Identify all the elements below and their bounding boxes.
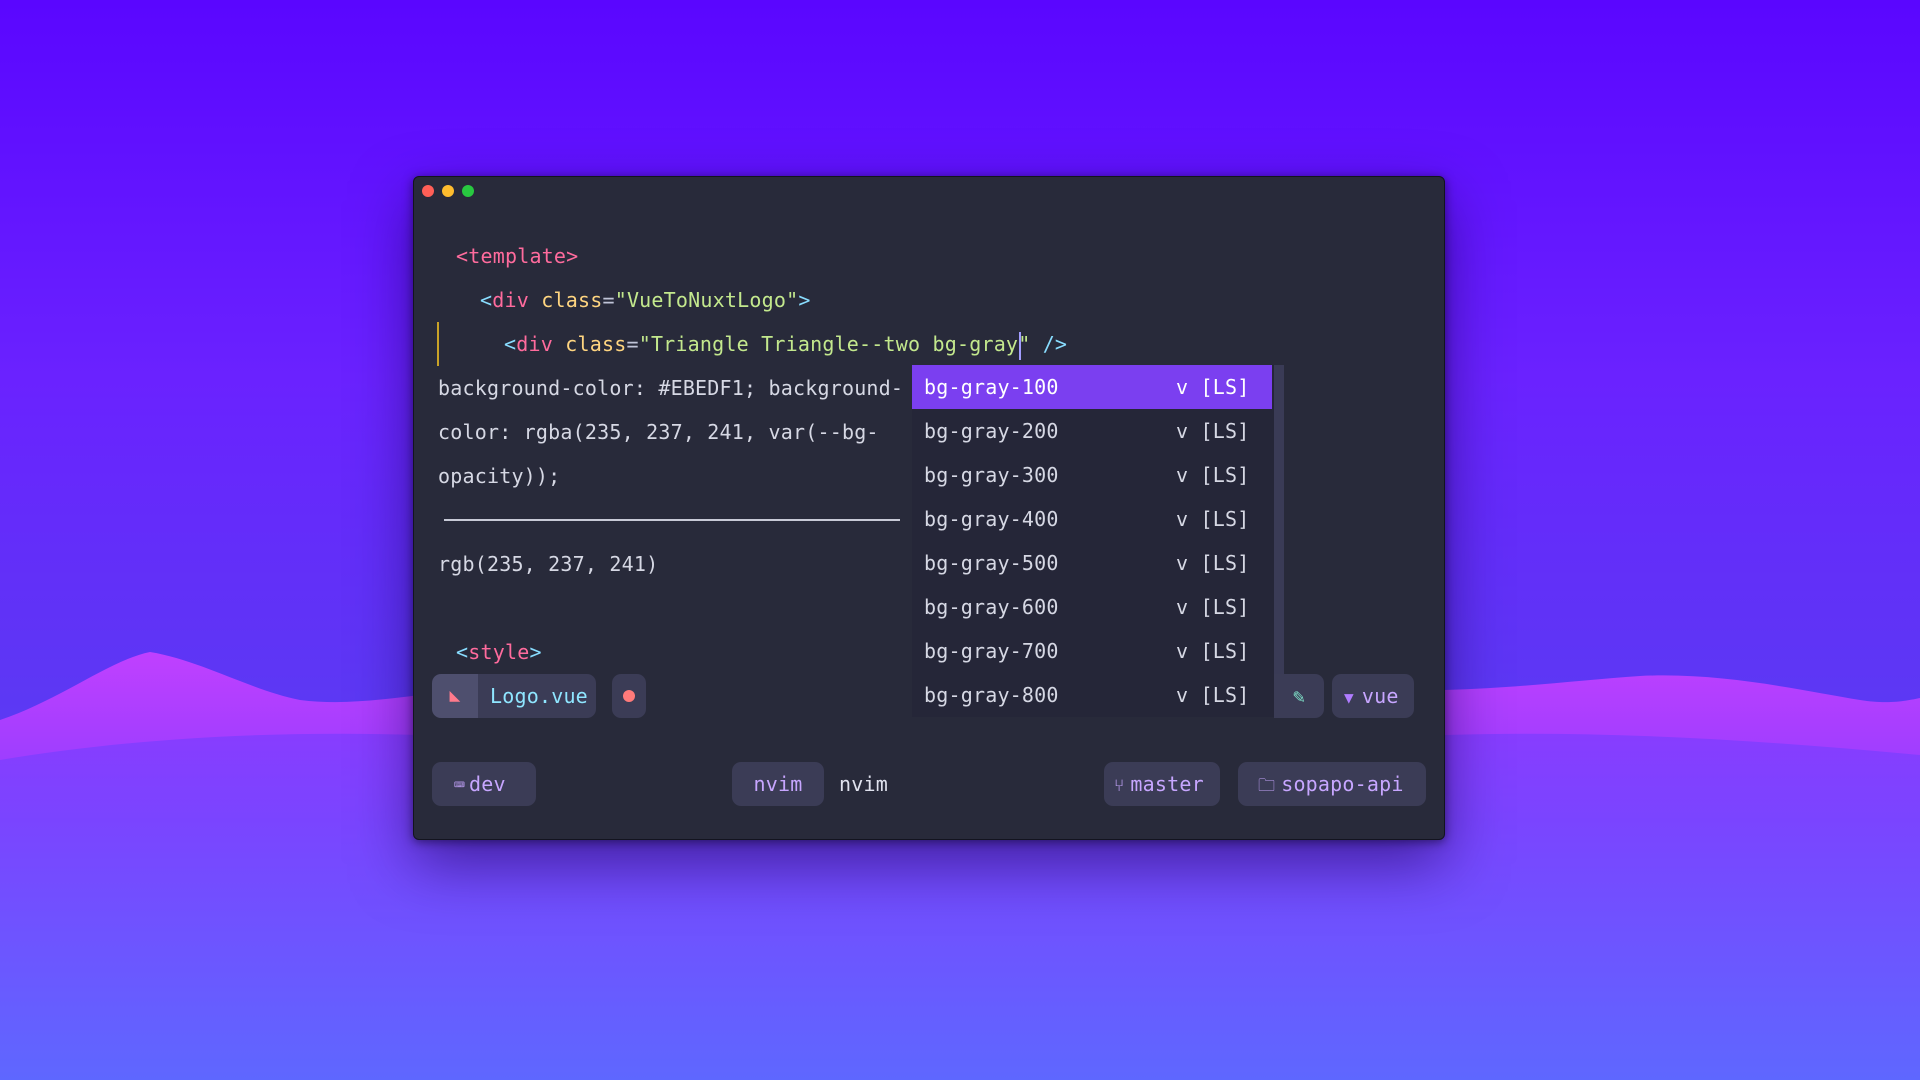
doc-line-2: color: rgba(235, 237, 241, var(--bg- <box>438 420 879 444</box>
vue-logo-icon: ▼ <box>1344 688 1354 707</box>
completion-item[interactable]: bg-gray-200 v [LS] <box>912 409 1272 453</box>
current-line-indicator <box>437 322 439 366</box>
completion-label: bg-gray-800 <box>924 683 1059 707</box>
completion-label: bg-gray-200 <box>924 419 1059 443</box>
modified-dot-icon <box>623 690 635 702</box>
completion-label: bg-gray-100 <box>924 375 1059 399</box>
doc-line-1: background-color: #EBEDF1; background- <box>438 376 904 400</box>
style-tag: style <box>468 640 530 664</box>
completion-kind: v [LS] <box>1176 683 1250 707</box>
current-directory: 🗀 sopapo-api <box>1238 762 1426 806</box>
modified-indicator <box>612 674 646 718</box>
completion-kind: v [LS] <box>1176 595 1250 619</box>
div-tag: div <box>492 288 529 312</box>
completion-item[interactable]: bg-gray-700 v [LS] <box>912 629 1272 673</box>
template-tag: <template> <box>456 244 579 268</box>
equals-sign: = <box>602 288 615 312</box>
div-tag: div <box>516 332 553 356</box>
class-attr: class <box>565 332 627 356</box>
angle-open: < <box>480 288 493 312</box>
angle-close: > <box>529 640 542 664</box>
code-line-div[interactable]: <div class="VueToNuxtLogo"> <box>480 278 811 322</box>
completion-label: bg-gray-700 <box>924 639 1059 663</box>
completion-item[interactable]: bg-gray-400 v [LS] <box>912 497 1272 541</box>
terminal-window: <template> <div class="VueToNuxtLogo"> <… <box>413 176 1445 840</box>
completion-scrollbar[interactable] <box>1274 365 1284 717</box>
completion-label: bg-gray-400 <box>924 507 1059 531</box>
class-value-typed: "Triangle Triangle--two bg-gray <box>638 332 1019 356</box>
vue-file-icon: ◣ <box>432 674 478 718</box>
completion-kind: v [LS] <box>1176 639 1250 663</box>
git-branch: ⑂ master <box>1104 762 1220 806</box>
closing-quote: " <box>1018 332 1031 356</box>
keyboard-icon: ⌨ <box>454 775 466 796</box>
doc-line-3: opacity)); <box>438 464 561 488</box>
completion-kind: v [LS] <box>1176 507 1250 531</box>
completion-menu: bg-gray-100 v [LS] bg-gray-200 v [LS] bg-g… <box>912 365 1284 717</box>
session-label: dev <box>469 772 506 796</box>
completion-label: bg-gray-500 <box>924 551 1059 575</box>
class-value: "VueToNuxtLogo" <box>614 288 799 312</box>
completion-label: bg-gray-300 <box>924 463 1059 487</box>
doc-line-4: rgb(235, 237, 241) <box>438 552 659 576</box>
filetype-label: vue <box>1361 684 1399 708</box>
completion-item[interactable]: bg-gray-300 v [LS] <box>912 453 1272 497</box>
completion-item[interactable]: bg-gray-500 v [LS] <box>912 541 1272 585</box>
branch-label: master <box>1130 772 1204 796</box>
tmux-window-tab[interactable]: nvim <box>732 762 824 806</box>
completion-item[interactable]: bg-gray-600 v [LS] <box>912 585 1272 629</box>
completion-kind: v [LS] <box>1176 463 1250 487</box>
close-window-button[interactable] <box>422 185 434 197</box>
tmux-window-title: nvim <box>839 772 888 796</box>
completion-item[interactable]: bg-gray-100 v [LS] <box>912 365 1272 409</box>
git-branch-icon: ⑂ <box>1114 776 1125 796</box>
tmux-session[interactable]: ⌨ dev <box>432 762 536 806</box>
completion-kind: v [LS] <box>1176 551 1250 575</box>
maximize-window-button[interactable] <box>462 185 474 197</box>
code-line-style[interactable]: <style> <box>456 630 542 674</box>
completion-kind: v [LS] <box>1176 375 1250 399</box>
angle-close: > <box>798 288 811 312</box>
equals-sign: = <box>626 332 639 356</box>
filename-label[interactable]: Logo.vue <box>478 674 596 718</box>
code-line-current[interactable]: <div class="Triangle Triangle--two bg-gr… <box>504 322 1067 366</box>
completion-item[interactable]: bg-gray-800 v [LS] <box>912 673 1272 717</box>
folder-label: sopapo-api <box>1281 772 1404 796</box>
minimize-window-button[interactable] <box>442 185 454 197</box>
filetype-indicator: ▼ vue <box>1332 674 1414 718</box>
angle-open: < <box>456 640 469 664</box>
self-close: /> <box>1042 332 1068 356</box>
completion-kind: v [LS] <box>1176 419 1250 443</box>
class-attr: class <box>541 288 603 312</box>
doc-separator <box>444 519 900 521</box>
completion-label: bg-gray-600 <box>924 595 1059 619</box>
folder-icon: 🗀 <box>1258 776 1276 796</box>
angle-open: < <box>504 332 517 356</box>
title-bar <box>414 177 1444 203</box>
code-line-template[interactable]: <template> <box>456 234 578 278</box>
lsp-status-icon: ✎ <box>1274 674 1324 718</box>
